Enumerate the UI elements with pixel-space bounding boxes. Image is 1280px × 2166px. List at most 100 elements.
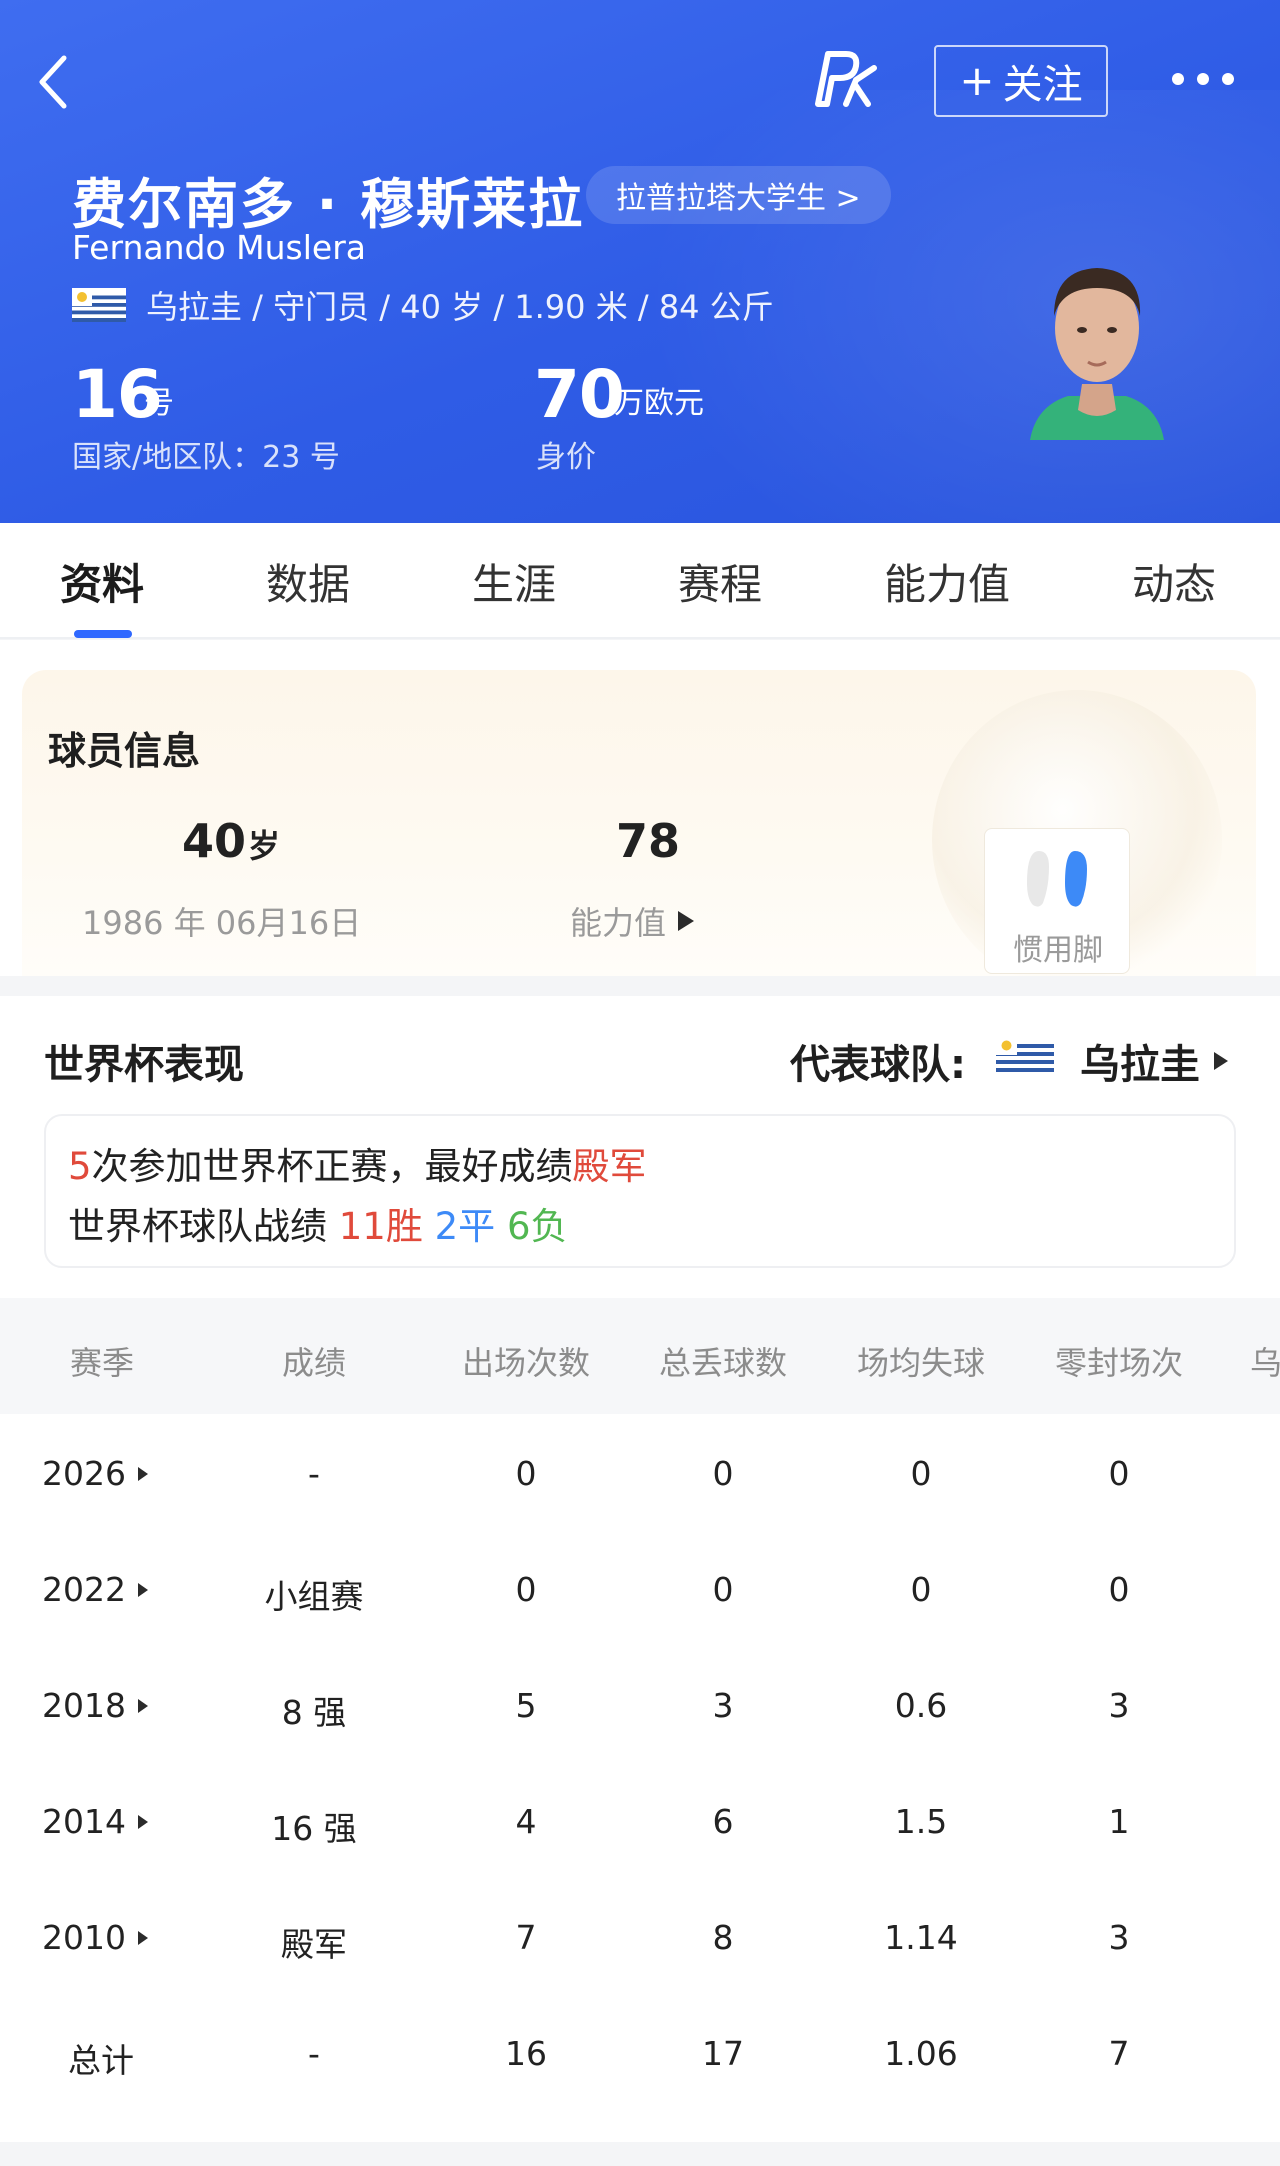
more-dot-icon — [1222, 73, 1234, 85]
play-triangle-icon — [137, 1466, 148, 1481]
tab-ability[interactable]: 能力值 — [884, 551, 1010, 612]
summary-record: 世界杯球队战绩 11胜 2平 6负 — [68, 1196, 567, 1250]
season-year: 2014 — [42, 1802, 126, 1841]
season-year: 2018 — [42, 1686, 126, 1725]
season-year: 2022 — [42, 1570, 126, 1609]
world-cup-section: 世界杯表现 代表球队: 乌拉圭 5次参加世界杯正赛，最好成绩殿军 世界杯球队战绩… — [0, 996, 1280, 2142]
table-header: 赛季 成绩 出场次数 总丢球数 场均失球 零封场次 乌 — [0, 1298, 1280, 1414]
summary-text: 次参加世界杯正赛，最好成绩 — [91, 1145, 573, 1188]
result-cell: 殿军 — [281, 1925, 347, 1964]
table-row[interactable]: 2014 16 强 4 6 1.5 1 — [0, 1762, 1280, 1878]
ability-value: 78 — [616, 814, 681, 868]
play-triangle-icon — [137, 1698, 148, 1713]
summary-best: 殿军 — [572, 1145, 647, 1188]
birthdate: 1986 年 06月16日 — [82, 904, 362, 942]
age-number: 40 — [182, 814, 247, 868]
apps-cell: 16 — [505, 2034, 547, 2073]
column-header: 零封场次 — [1054, 1344, 1184, 1382]
ability-link[interactable]: 能力值 — [570, 898, 695, 944]
player-info-section: 球员信息 40岁 1986 年 06月16日 78 能力值 惯用脚 — [0, 640, 1280, 976]
conceded-cell: 17 — [702, 2034, 744, 2073]
player-info-title: 球员信息 — [48, 729, 201, 773]
back-button[interactable] — [34, 52, 78, 112]
player-info-card: 球员信息 40岁 1986 年 06月16日 78 能力值 惯用脚 — [22, 670, 1256, 976]
summary-record-prefix: 世界杯球队战绩 — [68, 1205, 339, 1248]
player-name-en: Fernando Muslera — [72, 228, 366, 267]
conceded-cell: 0 — [712, 1454, 734, 1493]
apps-cell: 0 — [515, 1454, 537, 1493]
apps-cell: 5 — [515, 1686, 537, 1725]
summary-wins: 11胜 — [338, 1205, 423, 1248]
result-cell: 8 强 — [281, 1693, 347, 1732]
column-header: 赛季 — [69, 1344, 135, 1382]
pk-logo-icon — [815, 51, 877, 107]
more-dot-icon — [1197, 73, 1209, 85]
market-value-label: 身价 — [536, 440, 596, 475]
clean-sheets-cell: 1 — [1108, 1802, 1130, 1841]
more-options-button[interactable] — [1172, 62, 1234, 96]
more-dot-icon — [1172, 73, 1184, 85]
table-row[interactable]: 2010 殿军 7 8 1.14 3 — [0, 1878, 1280, 1994]
total-label: 总计 — [68, 2041, 134, 2080]
conceded-cell: 3 — [712, 1686, 734, 1725]
chevron-left-icon — [39, 55, 67, 109]
apps-cell: 4 — [515, 1802, 537, 1841]
avg-conceded-cell: 1.5 — [894, 1802, 948, 1841]
column-header: 场均失球 — [856, 1344, 986, 1382]
column-header: 总丢球数 — [658, 1344, 788, 1382]
column-header: 成绩 — [281, 1344, 347, 1382]
avg-conceded-cell: 0 — [910, 1454, 932, 1493]
representing-team-link[interactable]: 乌拉圭 — [1080, 1032, 1228, 1090]
clean-sheets-cell: 0 — [1108, 1454, 1130, 1493]
summary-count: 5 — [68, 1145, 92, 1188]
preferred-foot: 惯用脚 — [984, 828, 1130, 974]
season-cell[interactable]: 2022 — [42, 1570, 148, 1609]
national-team-number: 国家/地区队：23 号 — [72, 440, 340, 475]
active-tab-indicator — [74, 630, 132, 638]
market-value-unit: 万欧元 — [614, 386, 704, 421]
player-header: + 关注 费尔南多 · 穆斯莱拉 拉普拉塔大学生 > Fernando Musl… — [0, 0, 1280, 523]
play-triangle-icon — [137, 1930, 148, 1945]
preferred-foot-label: 惯用脚 — [1013, 933, 1103, 968]
summary-draws: 2平 — [434, 1205, 496, 1248]
tab-profile[interactable]: 资料 — [60, 551, 144, 612]
play-triangle-icon — [1214, 1052, 1228, 1070]
table-row[interactable]: 2022 小组赛 0 0 0 0 — [0, 1530, 1280, 1646]
tab-schedule[interactable]: 赛程 — [678, 551, 762, 612]
result-cell: - — [308, 1454, 320, 1493]
clean-sheets-cell: 7 — [1108, 2034, 1130, 2073]
summary-appearances: 5次参加世界杯正赛，最好成绩殿军 — [68, 1136, 647, 1190]
plus-icon: + — [959, 56, 995, 105]
table-row[interactable]: 2026 - 0 0 0 0 — [0, 1414, 1280, 1530]
player-avatar — [1030, 268, 1164, 440]
footprints-icon — [1027, 851, 1087, 907]
follow-label: 关注 — [1002, 62, 1083, 108]
nickname-badge[interactable]: 拉普拉塔大学生 > — [586, 166, 891, 224]
table-row[interactable]: 2018 8 强 5 3 0.6 3 — [0, 1646, 1280, 1762]
tab-news[interactable]: 动态 — [1132, 551, 1216, 612]
season-cell[interactable]: 2026 — [42, 1454, 148, 1493]
ability-label: 能力值 — [570, 904, 667, 942]
avg-conceded-cell: 0 — [910, 1570, 932, 1609]
season-year: 2010 — [42, 1918, 126, 1957]
conceded-cell: 0 — [712, 1570, 734, 1609]
follow-button[interactable]: + 关注 — [934, 45, 1108, 117]
world-cup-summary: 5次参加世界杯正赛，最好成绩殿军 世界杯球队战绩 11胜 2平 6负 — [44, 1114, 1236, 1268]
season-cell[interactable]: 2010 — [42, 1918, 148, 1957]
representing-team-name: 乌拉圭 — [1080, 1042, 1200, 1088]
conceded-cell: 6 — [712, 1802, 734, 1841]
avg-conceded-cell: 1.14 — [884, 1918, 958, 1957]
conceded-cell: 8 — [712, 1918, 734, 1957]
season-cell[interactable]: 2014 — [42, 1802, 148, 1841]
play-triangle-icon — [137, 1582, 148, 1597]
age-value: 40岁 — [182, 814, 280, 868]
tab-career[interactable]: 生涯 — [472, 551, 556, 612]
table-total-row: 总计 - 16 17 1.06 7 — [0, 1994, 1280, 2110]
column-header: 乌 — [1249, 1344, 1280, 1382]
apps-cell: 0 — [515, 1570, 537, 1609]
tab-stats[interactable]: 数据 — [266, 551, 350, 612]
representing-team-label: 代表球队: — [790, 1042, 966, 1088]
clean-sheets-cell: 3 — [1108, 1686, 1130, 1725]
season-cell[interactable]: 2018 — [42, 1686, 148, 1725]
clean-sheets-cell: 3 — [1108, 1918, 1130, 1957]
